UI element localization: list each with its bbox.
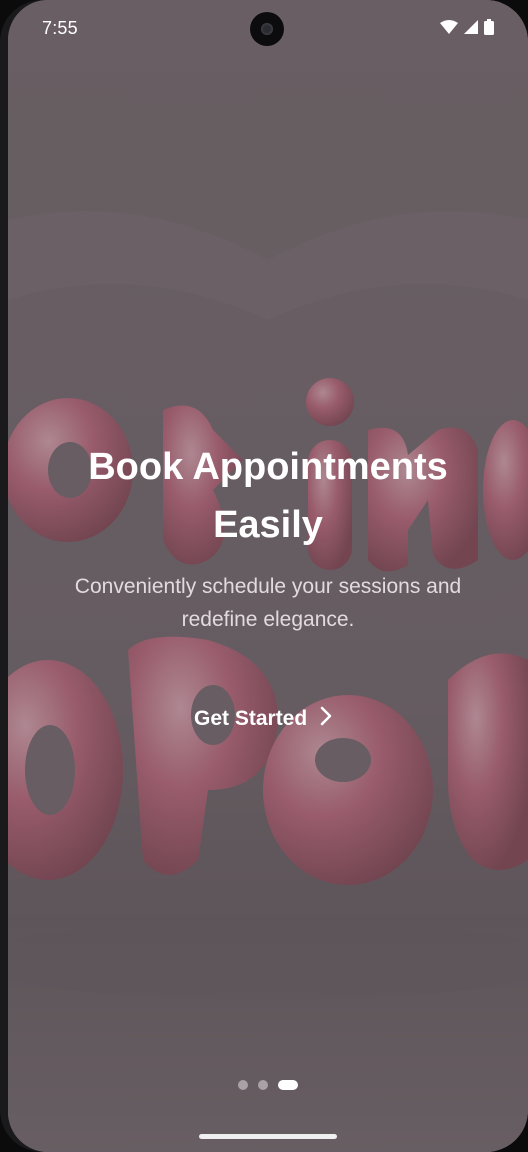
page-dot-3-active[interactable]: [278, 1080, 298, 1090]
battery-icon: [484, 19, 494, 40]
status-time: 7:55: [42, 18, 78, 38]
cellular-signal-icon: [464, 20, 478, 39]
get-started-label: Get Started: [194, 707, 308, 730]
device-frame: 7:55 Book Appointments Easily Convenient…: [0, 0, 528, 1152]
page-dot-2[interactable]: [258, 1080, 268, 1090]
wifi-icon: [440, 20, 458, 39]
home-indicator[interactable]: [199, 1134, 337, 1139]
title-text: Book Appointments Easily: [88, 446, 448, 546]
status-bar: 7:55: [8, 0, 528, 58]
onboarding-title: Book Appointments Easily: [8, 438, 528, 554]
get-started-button[interactable]: Get Started: [184, 698, 343, 740]
subtitle-text: Conveniently schedule your sessions and …: [74, 575, 462, 631]
page-indicator: [238, 1080, 298, 1090]
page-dot-1[interactable]: [238, 1080, 248, 1090]
onboarding-screen: 7:55 Book Appointments Easily Convenient…: [8, 0, 528, 1152]
status-icons: [440, 19, 494, 40]
chevron-right-icon: [319, 706, 333, 732]
onboarding-subtitle: Conveniently schedule your sessions and …: [8, 570, 528, 636]
front-camera: [250, 12, 284, 46]
